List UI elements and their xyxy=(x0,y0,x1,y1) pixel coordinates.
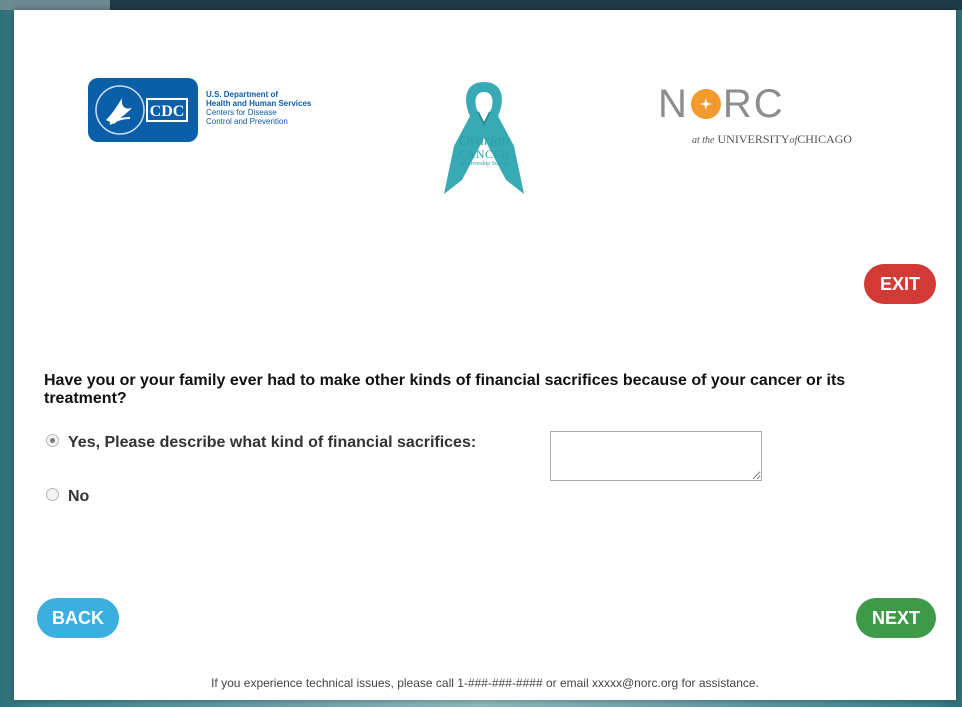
cdc-line-3: Centers for Disease xyxy=(206,108,277,117)
norc-n: N xyxy=(658,82,689,126)
norc-wordmark: N RC xyxy=(658,82,785,127)
norc-logo: N RC at the UNIVERSITYofCHICAGO xyxy=(658,82,898,146)
exit-button[interactable]: EXIT xyxy=(864,264,936,304)
norc-sub-prefix: at the xyxy=(692,135,715,146)
norc-subtitle: at the UNIVERSITYofCHICAGO xyxy=(692,132,852,147)
option-yes-label[interactable]: Yes, Please describe what kind of financ… xyxy=(68,434,476,451)
top-bar-tab xyxy=(0,0,110,10)
option-no-label[interactable]: No xyxy=(68,488,89,505)
norc-sun-icon xyxy=(690,89,721,119)
cdc-logo-text: CDC xyxy=(150,103,185,120)
option-yes[interactable]: Yes, Please describe what kind of financ… xyxy=(46,434,476,452)
next-button[interactable]: NEXT xyxy=(856,598,936,638)
radio-yes[interactable] xyxy=(46,434,59,448)
norc-sub-city: CHICAGO xyxy=(797,132,852,146)
ribbon-line-1: Ovarian xyxy=(459,133,509,149)
hhs-eagle-icon: CDC xyxy=(95,85,188,135)
option-no[interactable]: No xyxy=(46,488,89,506)
back-button[interactable]: BACK xyxy=(37,598,119,638)
cdc-line-4: Control and Prevention xyxy=(206,117,288,126)
survey-panel: CDC U.S. Department of Health and Human … xyxy=(14,10,956,700)
radio-no[interactable] xyxy=(46,488,59,502)
norc-sub-university: UNIVERSITY xyxy=(717,132,790,146)
cdc-agency-text: U.S. Department of Health and Human Serv… xyxy=(206,90,311,126)
norc-rc: RC xyxy=(722,82,785,126)
cdc-logo-box: CDC xyxy=(88,78,198,142)
ribbon-text: Ovarian CANCER Survivorship Survey xyxy=(434,134,534,168)
cdc-line-2: Health and Human Services xyxy=(206,99,312,108)
ribbon-line-2: CANCER xyxy=(458,147,510,161)
window-top-bar xyxy=(0,0,962,10)
describe-sacrifices-textarea[interactable] xyxy=(550,431,762,481)
technical-support-footer: If you experience technical issues, plea… xyxy=(211,676,759,690)
ovarian-cancer-ribbon-logo: Ovarian CANCER Survivorship Survey xyxy=(434,76,534,206)
ribbon-line-3: Survivorship Survey xyxy=(459,161,509,167)
question-text: Have you or your family ever had to make… xyxy=(44,372,846,407)
cdc-logo: CDC U.S. Department of Health and Human … xyxy=(88,78,338,144)
cdc-line-1: U.S. Department of xyxy=(206,90,279,99)
